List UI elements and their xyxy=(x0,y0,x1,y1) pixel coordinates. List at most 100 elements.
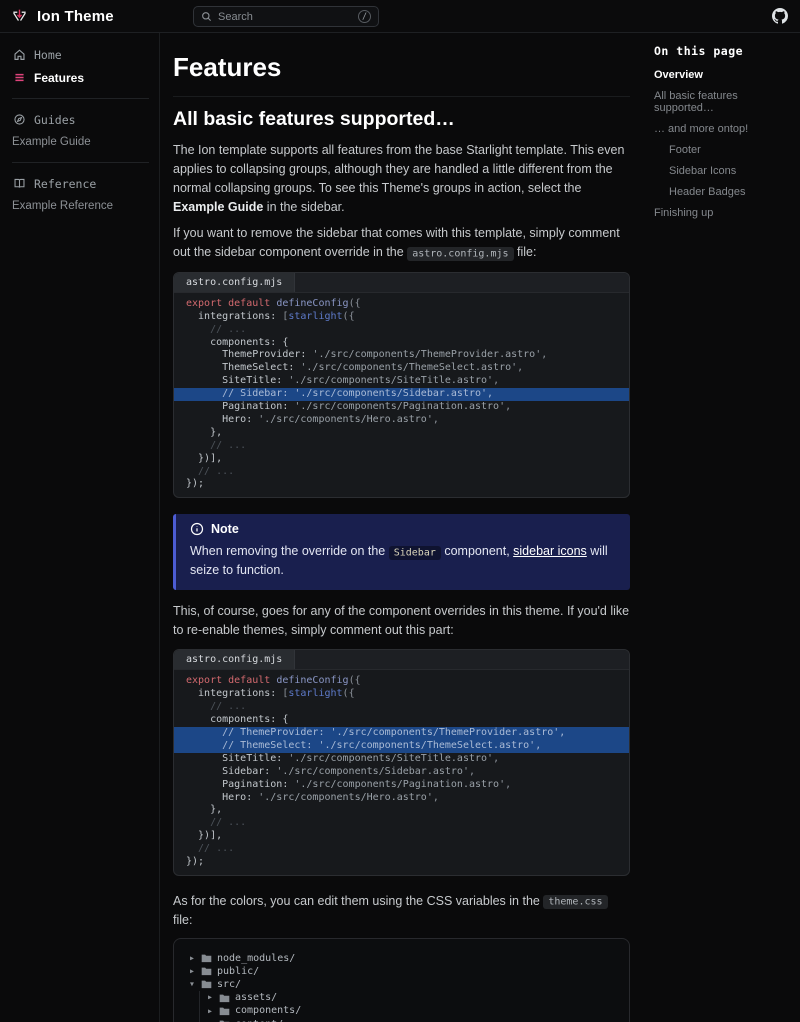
code-line: // ... xyxy=(174,466,629,479)
folder-icon xyxy=(201,979,217,989)
sidebar-icons-link[interactable]: sidebar icons xyxy=(513,544,587,558)
section-heading: All basic features supported… xyxy=(173,108,630,131)
sidebar-divider xyxy=(12,98,149,99)
reference-icon xyxy=(12,177,26,191)
file-tree-dir-src[interactable]: ▼src/ xyxy=(190,978,613,991)
code-frame-titlebar: astro.config.mjs xyxy=(174,273,629,293)
chevron-right-icon: ▶ xyxy=(190,955,201,962)
code-line: components: { xyxy=(174,337,629,350)
code-line: export default defineConfig({ xyxy=(174,675,629,688)
file-tree-dir-assets[interactable]: ▶assets/ xyxy=(190,991,613,1004)
toc-link-finishing-up[interactable]: Finishing up xyxy=(654,207,792,219)
inline-code-theme-css: theme.css xyxy=(543,895,607,909)
file-tree: ▶node_modules/▶public/▼src/▶assets/▶comp… xyxy=(173,938,630,1022)
note-text: When removing the override on the Sideba… xyxy=(190,542,616,580)
code-line: Sidebar: './src/components/Sidebar.astro… xyxy=(174,766,629,779)
code-line: Hero: './src/components/Hero.astro', xyxy=(174,792,629,805)
chevron-down-icon: ▼ xyxy=(190,981,201,988)
header: Ion Theme Search / xyxy=(0,0,800,33)
main-content: Features All basic features supported… T… xyxy=(161,33,648,1022)
search-input[interactable]: Search / xyxy=(193,6,379,27)
code-line: integrations: [starlight({ xyxy=(174,688,629,701)
search-placeholder: Search xyxy=(218,11,253,23)
sidebar-item-features[interactable]: Features xyxy=(12,66,149,89)
on-this-page-panel: On this page Overview All basic features … xyxy=(648,33,800,1022)
code-line: }, xyxy=(174,427,629,440)
code-line: }); xyxy=(174,478,629,491)
code-line: Pagination: './src/components/Pagination… xyxy=(174,779,629,792)
home-icon xyxy=(12,48,26,62)
code-line: })], xyxy=(174,830,629,843)
info-icon xyxy=(190,522,204,536)
toc-title: On this page xyxy=(654,44,792,58)
code-body: export default defineConfig({ integratio… xyxy=(174,670,629,875)
chevron-right-icon: ▶ xyxy=(208,994,219,1001)
code-line: })], xyxy=(174,453,629,466)
chevron-right-icon: ▶ xyxy=(208,1008,219,1015)
chevron-right-icon: ▶ xyxy=(190,968,201,975)
code-line: SiteTitle: './src/components/SiteTitle.a… xyxy=(174,753,629,766)
toc-list: Overview All basic features supported… … a… xyxy=(654,69,792,219)
remove-sidebar-paragraph: If you want to remove the sidebar that c… xyxy=(173,224,630,262)
page: Ion Theme Search / HomeFeaturesGuidesExa… xyxy=(0,0,800,1022)
code-line: }, xyxy=(174,804,629,817)
code-line: Hero: './src/components/Hero.astro', xyxy=(174,414,629,427)
file-tree-dir-node-modules[interactable]: ▶node_modules/ xyxy=(190,951,613,964)
sidebar-divider xyxy=(12,162,149,163)
indent-guide xyxy=(190,991,208,1004)
toc-link-all-basic-features-supported[interactable]: All basic features supported… xyxy=(654,90,792,114)
toc-link-sidebar-icons[interactable]: Sidebar Icons xyxy=(654,165,792,177)
code-line: // ... xyxy=(174,843,629,856)
intro-paragraph: The Ion template supports all features f… xyxy=(173,141,630,216)
folder-icon xyxy=(201,966,217,976)
sidebar-item-home[interactable]: Home xyxy=(12,43,149,66)
ion-logo-icon xyxy=(10,7,29,26)
code-frame-titlebar: astro.config.mjs xyxy=(174,650,629,670)
inline-code-sidebar: Sidebar xyxy=(389,546,441,560)
code-line: export default defineConfig({ xyxy=(174,298,629,311)
toc-link-overview[interactable]: Overview xyxy=(654,69,792,81)
page-title: Features xyxy=(173,54,630,81)
features-icon xyxy=(12,71,26,85)
site-logo-link[interactable]: Ion Theme xyxy=(0,7,114,26)
slash-shortcut-icon: / xyxy=(358,10,371,23)
file-tree-dir-content[interactable]: ▶content/ xyxy=(190,1017,613,1022)
github-link[interactable] xyxy=(772,8,788,24)
code-line: ThemeProvider: './src/components/ThemePr… xyxy=(174,349,629,362)
code-line: // ... xyxy=(174,440,629,453)
code-line-highlighted: // Sidebar: './src/components/Sidebar.as… xyxy=(174,388,629,401)
overrides-paragraph: This, of course, goes for any of the com… xyxy=(173,602,630,640)
search-icon xyxy=(201,11,212,22)
code-line-highlighted: // ThemeProvider: './src/components/Them… xyxy=(174,727,629,740)
section-divider xyxy=(173,96,630,97)
inline-code-astro-config: astro.config.mjs xyxy=(407,247,513,261)
sidebar-nav: HomeFeatures GuidesExample Guide Reference… xyxy=(0,33,160,1022)
guides-icon xyxy=(12,113,26,127)
github-icon xyxy=(772,11,788,28)
example-guide-emphasis: Example Guide xyxy=(173,200,263,214)
colors-paragraph: As for the colors, you can edit them usi… xyxy=(173,892,630,930)
file-tree-dir-public[interactable]: ▶public/ xyxy=(190,965,613,978)
note-title: Note xyxy=(211,522,239,536)
toc-link-header-badges[interactable]: Header Badges xyxy=(654,186,792,198)
site-title: Ion Theme xyxy=(37,8,114,25)
sidebar-item-example-reference[interactable]: Example Reference xyxy=(12,195,149,217)
code-line: // ... xyxy=(174,701,629,714)
code-line: ThemeSelect: './src/components/ThemeSele… xyxy=(174,362,629,375)
indent-guide xyxy=(190,1004,208,1017)
toc-link-and-more-ontop[interactable]: … and more ontop! xyxy=(654,123,792,135)
code-tab-filename: astro.config.mjs xyxy=(174,650,295,669)
folder-icon xyxy=(219,1006,235,1016)
code-line: }); xyxy=(174,856,629,869)
code-line: components: { xyxy=(174,714,629,727)
code-block-sidebar-override: astro.config.mjs export default defineCon… xyxy=(173,272,630,499)
sidebar-item-reference: Reference xyxy=(12,172,149,195)
toc-link-footer[interactable]: Footer xyxy=(654,144,792,156)
sidebar-item-example-guide[interactable]: Example Guide xyxy=(12,131,149,153)
sidebar-item-guides: Guides xyxy=(12,108,149,131)
indent-guide xyxy=(190,1017,208,1022)
code-line: // ... xyxy=(174,817,629,830)
code-line: Pagination: './src/components/Pagination… xyxy=(174,401,629,414)
file-tree-dir-components[interactable]: ▶components/ xyxy=(190,1004,613,1017)
code-line: integrations: [starlight({ xyxy=(174,311,629,324)
